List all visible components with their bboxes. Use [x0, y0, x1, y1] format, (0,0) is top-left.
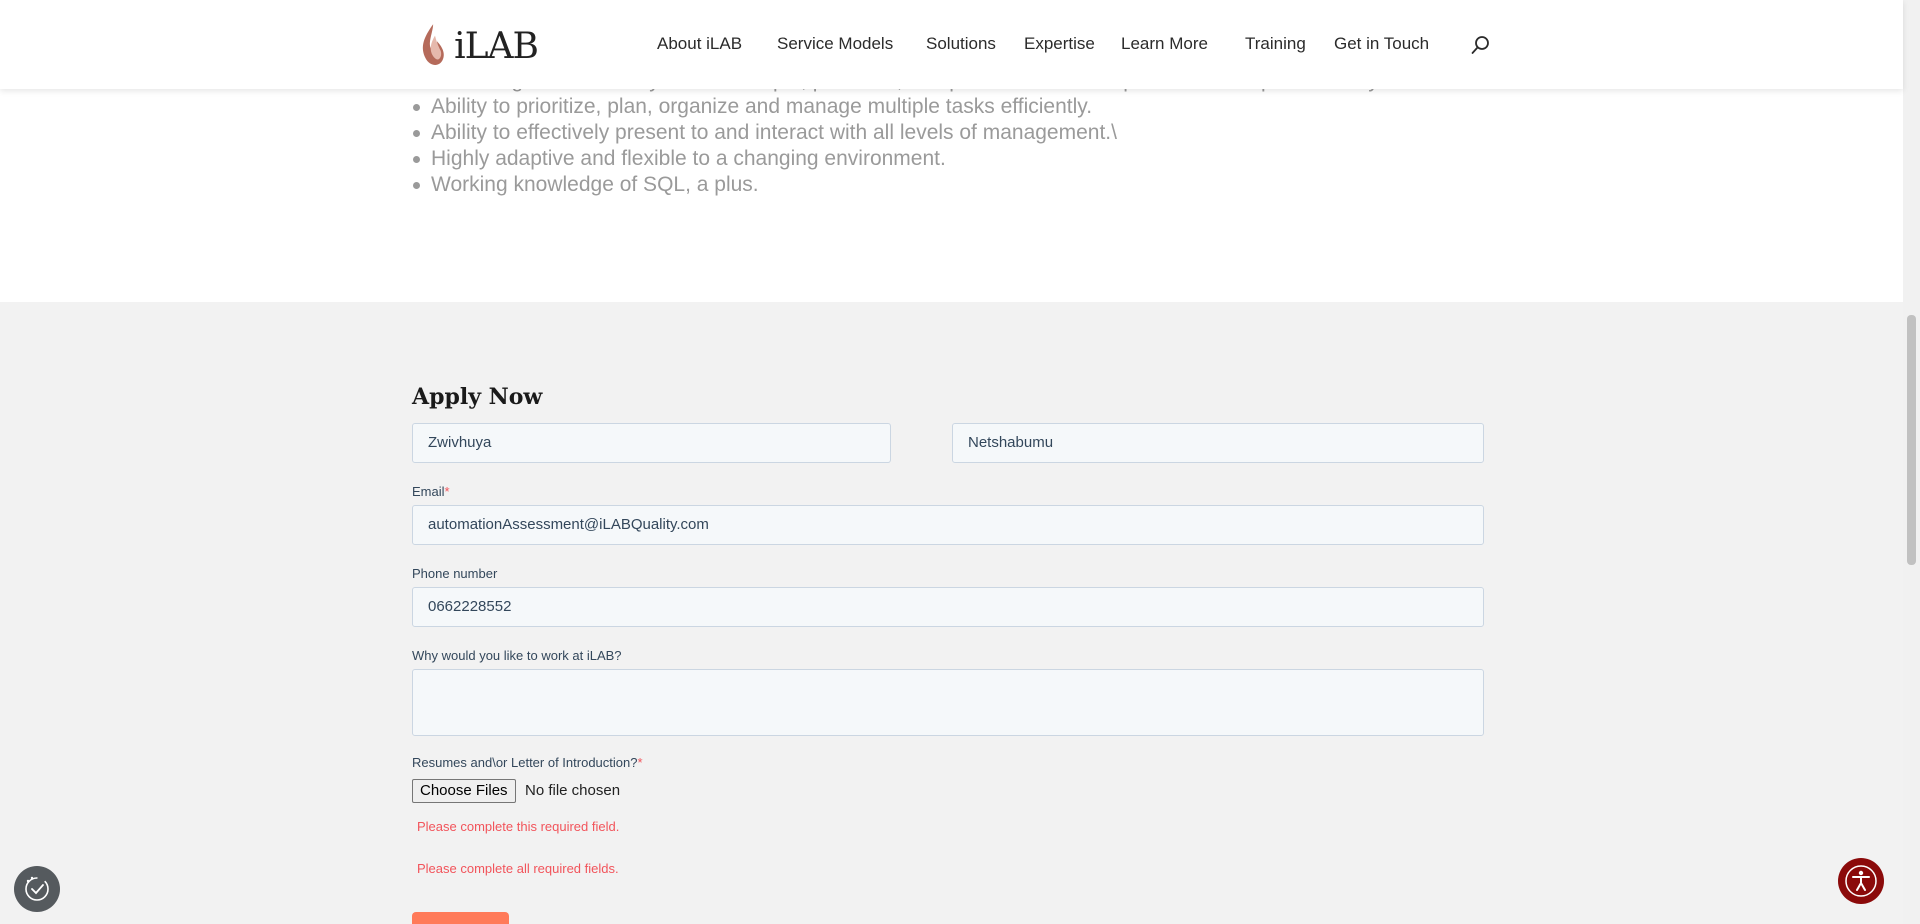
nav-about-ilab[interactable]: About iLAB — [657, 34, 742, 54]
choose-files-button[interactable]: Choose Files — [412, 779, 516, 803]
resume-label-text: Resumes and\or Letter of Introduction? — [412, 755, 638, 770]
email-field[interactable]: automationAssessment@iLABQuality.com — [412, 505, 1484, 545]
why-textarea[interactable] — [412, 669, 1484, 736]
phone-field[interactable]: 0662228552 — [412, 587, 1484, 627]
main-nav: About iLAB Service Models Solutions Expe… — [0, 34, 1903, 56]
nav-training[interactable]: Training — [1245, 34, 1306, 54]
form-title: Apply Now — [412, 384, 543, 410]
search-icon[interactable] — [1470, 34, 1492, 56]
accessibility-button[interactable] — [1838, 858, 1884, 904]
nav-learn-more[interactable]: Learn More — [1121, 34, 1208, 54]
list-item: Highly adaptive and flexible to a changi… — [413, 146, 1513, 172]
list-item: Ability to effectively present to and in… — [413, 120, 1513, 146]
list-item: Ability to prioritize, plan, organize an… — [413, 94, 1513, 120]
scrollbar-thumb[interactable] — [1907, 315, 1916, 565]
nav-solutions[interactable]: Solutions — [926, 34, 996, 54]
nav-get-in-touch[interactable]: Get in Touch — [1334, 34, 1429, 54]
file-status: No file chosen — [525, 782, 621, 799]
email-label-text: Email — [412, 484, 445, 499]
apply-form-section: Apply Now Zwivhuya Netshabumu Email* aut… — [0, 302, 1903, 924]
site-header: iLAB About iLAB Service Models Solutions… — [0, 0, 1903, 89]
required-mark: * — [637, 755, 643, 770]
page-scrollbar[interactable] — [1903, 0, 1920, 924]
nav-service-models[interactable]: Service Models — [777, 34, 893, 54]
field-error-message: Please complete this required field. — [417, 819, 620, 834]
required-mark: * — [444, 484, 450, 499]
why-label: Why would you like to work at iLAB? — [412, 648, 622, 663]
last-name-input[interactable]: Netshabumu — [952, 423, 1484, 463]
email-label: Email* — [412, 484, 450, 499]
submit-button[interactable] — [412, 912, 509, 924]
nav-expertise[interactable]: Expertise — [1024, 34, 1095, 54]
list-item: Working knowledge of SQL, a plus. — [413, 172, 1513, 198]
resume-label: Resumes and\or Letter of Introduction?* — [412, 755, 643, 770]
phone-label: Phone number — [412, 566, 498, 581]
first-name-input[interactable]: Zwivhuya — [412, 423, 891, 463]
cookie-consent-icon — [25, 876, 49, 901]
cookie-consent-button[interactable] — [14, 866, 60, 912]
accessibility-icon — [1845, 865, 1877, 897]
form-error-message: Please complete all required fields. — [417, 861, 619, 876]
